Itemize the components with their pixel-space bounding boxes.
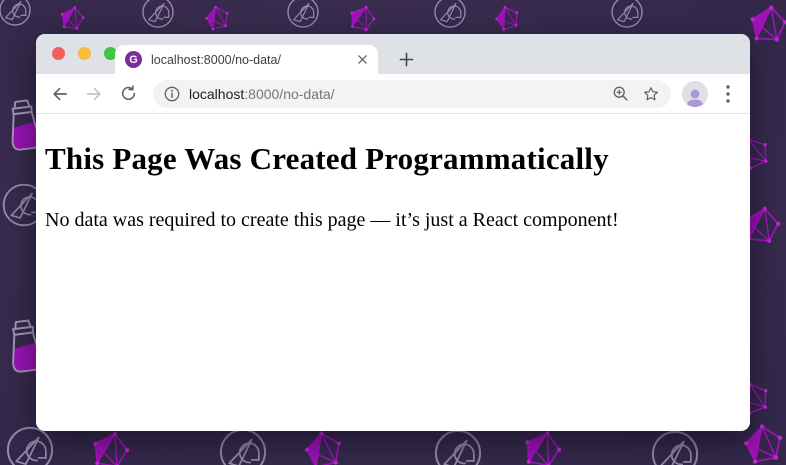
gatsby-logo-icon <box>433 0 467 29</box>
traffic-light-minimize-button[interactable] <box>78 47 91 60</box>
gatsby-logo-icon <box>5 425 55 465</box>
gatsby-logo-icon <box>433 428 483 465</box>
gatsby-logo-icon <box>610 0 644 29</box>
browser-tab[interactable]: G localhost:8000/no-data/ <box>115 45 378 74</box>
tab-close-icon[interactable] <box>357 54 368 65</box>
gatsby-logo-icon <box>0 0 32 27</box>
zoom-in-icon[interactable] <box>612 85 629 102</box>
forward-icon <box>84 84 104 104</box>
tab-title: localhost:8000/no-data/ <box>151 53 349 67</box>
browser-toolbar: localhost:8000/no-data/ <box>36 74 750 114</box>
back-icon <box>50 84 70 104</box>
gem-icon <box>303 430 343 465</box>
avatar[interactable] <box>682 81 708 107</box>
gem-icon <box>522 429 562 465</box>
address-bar[interactable]: localhost:8000/no-data/ <box>153 80 671 108</box>
gem-icon <box>204 5 230 31</box>
page-heading: This Page Was Created Programmatically <box>45 141 741 177</box>
kebab-menu-icon[interactable] <box>718 82 738 106</box>
reload-button[interactable] <box>116 82 140 106</box>
gatsby-logo-icon <box>286 0 320 29</box>
forward-button[interactable] <box>82 82 106 106</box>
url-path: :8000/no-data/ <box>244 86 334 102</box>
bookmark-star-icon[interactable] <box>642 85 660 103</box>
desktop-background: G localhost:8000/no-data/ <box>0 0 786 465</box>
traffic-light-close-button[interactable] <box>52 47 65 60</box>
gatsby-logo-icon <box>650 429 700 465</box>
reload-icon <box>119 84 138 103</box>
plus-icon <box>399 52 414 67</box>
back-button[interactable] <box>48 82 72 106</box>
browser-window: G localhost:8000/no-data/ <box>36 34 750 431</box>
gatsby-logo-icon <box>218 427 268 465</box>
gatsby-favicon: G <box>125 51 142 68</box>
gem-icon <box>59 5 85 31</box>
gem-icon <box>742 423 784 465</box>
url-text[interactable]: localhost:8000/no-data/ <box>189 86 599 102</box>
gem-icon <box>348 4 376 32</box>
page-content: This Page Was Created Programmatically N… <box>36 114 750 430</box>
gem-icon <box>494 5 520 31</box>
gem-icon <box>748 4 786 44</box>
gatsby-logo-icon <box>141 0 175 29</box>
info-icon[interactable] <box>164 86 180 102</box>
gem-icon <box>90 430 130 465</box>
tab-bar: G localhost:8000/no-data/ <box>36 34 750 74</box>
page-paragraph: No data was required to create this page… <box>45 209 741 232</box>
new-tab-button[interactable] <box>391 45 421 74</box>
url-host: localhost <box>189 86 244 102</box>
